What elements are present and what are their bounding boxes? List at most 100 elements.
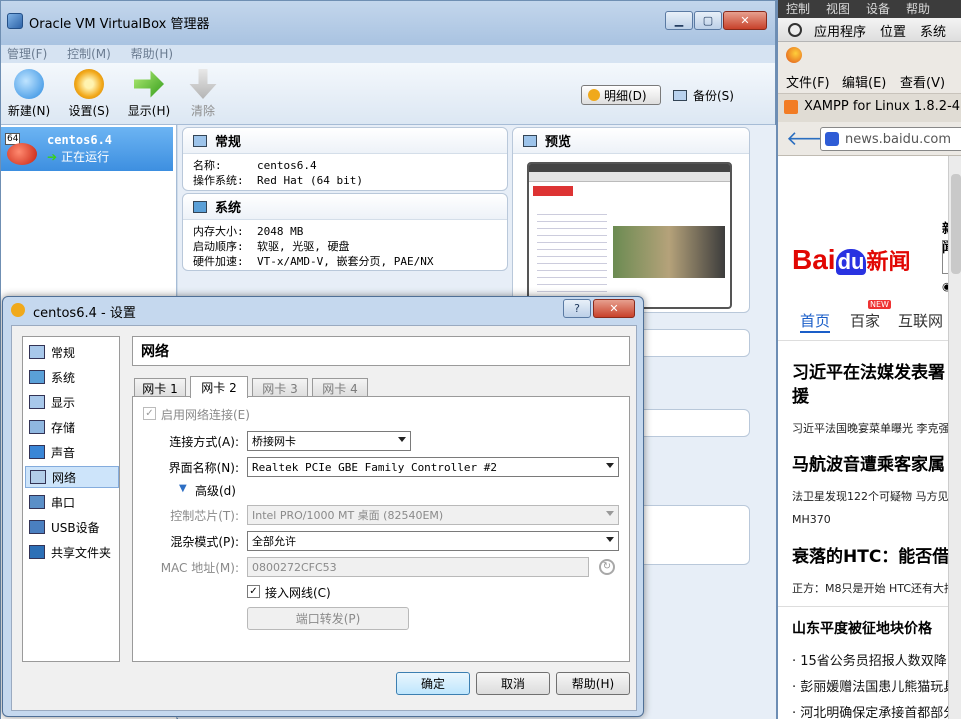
category-system[interactable]: 系统 <box>25 366 119 388</box>
minimize-button[interactable]: ▁ <box>665 11 693 30</box>
new-label: 新建(N) <box>7 104 51 118</box>
page-title: 网络 <box>132 336 630 366</box>
vertical-scrollbar[interactable] <box>948 156 961 719</box>
menu-item-machine[interactable]: 管理(F) <box>7 47 47 61</box>
vm-preview-thumbnail <box>527 162 732 309</box>
gnome-menu-system[interactable]: 系统 <box>920 21 946 40</box>
chevron-down-icon <box>606 537 614 542</box>
url-text: news.baidu.com <box>845 131 951 147</box>
headline-2[interactable]: 马航波音遭乘客家属 <box>792 454 945 476</box>
tab-adapter-2[interactable]: 网卡 2 <box>190 376 248 398</box>
browser-tab[interactable]: XAMPP for Linux 1.8.2-4 <box>778 94 961 122</box>
general-header[interactable]: 常规 <box>183 128 507 154</box>
category-shared-folders[interactable]: 共享文件夹 <box>25 541 119 563</box>
headline-1[interactable]: 习近平在法媒发表署 <box>792 362 945 384</box>
vm-state: ➔ 正在运行 <box>47 148 109 165</box>
vm-menu-view[interactable]: 视图 <box>826 0 850 17</box>
headline-1-cont[interactable]: 援 <box>792 386 809 408</box>
cancel-button[interactable]: 取消 <box>476 672 550 695</box>
close-icon: ✕ <box>740 14 750 27</box>
advanced-toggle[interactable]: 高级(d) <box>195 482 236 499</box>
adapter-type-select[interactable]: Intel PRO/1000 MT 桌面 (82540EM) <box>247 505 619 525</box>
discard-button[interactable]: 清除 <box>181 69 225 119</box>
category-network[interactable]: 网络 <box>25 466 119 488</box>
expand-triangle-icon[interactable]: ▼ <box>179 483 187 494</box>
news-list-item[interactable]: · 河北明确保定承接首都部分 <box>792 702 948 719</box>
headline-1-sub[interactable]: 习近平法国晚宴菜单曝光 李克强 <box>792 420 948 436</box>
show-button[interactable]: 显示(H) <box>125 69 173 119</box>
menu-item-help[interactable]: 帮助(H) <box>131 47 173 61</box>
section-title[interactable]: 山东平度被征地块价格 <box>792 618 932 638</box>
nav-home[interactable]: 首页 <box>800 310 831 333</box>
ff-menu-view[interactable]: 查看(V) <box>900 72 945 91</box>
discard-label: 清除 <box>190 104 215 118</box>
tab-adapter-3[interactable]: 网卡 3 <box>252 378 308 398</box>
ok-button[interactable]: 确定 <box>396 672 470 695</box>
category-storage[interactable]: 存储 <box>25 416 119 438</box>
dialog-titlebar[interactable]: centos6.4 - 设置 ? ✕ <box>3 297 643 323</box>
mac-value: 0800272CFC53 <box>252 560 337 574</box>
dialog-help-button[interactable]: ? <box>563 299 591 318</box>
headline-2-sub2[interactable]: MH370 <box>792 513 831 526</box>
refresh-icon[interactable]: ↻ <box>599 559 615 575</box>
category-display[interactable]: 显示 <box>25 391 119 413</box>
enable-adapter-label: 启用网络连接(E) <box>161 408 250 422</box>
name-value: centos6.4 <box>257 159 317 172</box>
boot-key: 启动顺序: <box>193 240 244 253</box>
gnome-menu-places[interactable]: 位置 <box>880 21 906 40</box>
headline-2-sub[interactable]: 法卫星发现122个可疑物 马方见 <box>792 488 948 504</box>
category-usb[interactable]: USB设备 <box>25 516 119 538</box>
firefox-menu-bar: 文件(F) 编辑(E) 查看(V) <box>778 68 961 94</box>
gnome-menu-applications[interactable]: 应用程序 <box>814 21 866 40</box>
headline-3-sub[interactable]: 正方：M8只是开始 HTC还有大招 <box>792 580 948 596</box>
cable-connected-checkbox[interactable]: ✓ <box>247 585 260 598</box>
redhat-os-icon <box>7 143 37 165</box>
settings-dialog: centos6.4 - 设置 ? ✕ 常规 系统 显示 存储 声音 网络 串口 … <box>2 296 644 717</box>
category-general[interactable]: 常规 <box>25 341 119 363</box>
url-bar[interactable]: news.baidu.com <box>820 127 961 151</box>
details-button[interactable]: 明细(D) <box>581 85 661 105</box>
vm-list-item[interactable]: 64 centos6.4 ➔ 正在运行 <box>1 127 173 171</box>
snapshots-button[interactable]: 备份(S) <box>673 87 734 104</box>
window-title: Oracle VM VirtualBox 管理器 <box>29 17 210 32</box>
attach-select[interactable]: 桥接网卡 <box>247 431 411 451</box>
ff-menu-file[interactable]: 文件(F) <box>786 72 830 91</box>
baidu-news-logo[interactable]: Baidu新闻 <box>792 244 910 276</box>
dialog-close-button[interactable]: ✕ <box>593 299 635 318</box>
port-forwarding-label: 端口转发(P) <box>295 612 361 626</box>
close-button[interactable]: ✕ <box>723 11 767 30</box>
promisc-select[interactable]: 全部允许 <box>247 531 619 551</box>
maximize-button[interactable]: ▢ <box>694 11 722 30</box>
window-titlebar[interactable]: Oracle VM VirtualBox 管理器 ▁ ▢ ✕ <box>1 1 775 45</box>
news-list-item[interactable]: · 15省公务员招报人数双降 许 <box>792 650 948 669</box>
headline-3[interactable]: 衰落的HTC：能否借 <box>792 546 948 568</box>
category-serial[interactable]: 串口 <box>25 491 119 513</box>
new-button[interactable]: 新建(N) <box>7 69 51 119</box>
help-button[interactable]: 帮助(H) <box>556 672 630 695</box>
port-forwarding-button[interactable]: 端口转发(P) <box>247 607 409 630</box>
preview-title: 预览 <box>545 135 572 150</box>
adapter-type-label: 控制芯片(T): <box>170 509 239 523</box>
menu-item-control[interactable]: 控制(M) <box>67 47 111 61</box>
nav-baijia[interactable]: 百家 <box>850 310 880 331</box>
enable-adapter-checkbox[interactable]: ✓ <box>143 407 156 420</box>
settings-button[interactable]: 设置(S) <box>65 69 113 119</box>
category-label: 串口 <box>51 495 76 510</box>
scrollbar-thumb[interactable] <box>951 174 961 274</box>
camera-icon <box>673 90 687 101</box>
iface-select[interactable]: Realtek PCIe GBE Family Controller #2 <box>247 457 619 477</box>
ff-menu-edit[interactable]: 编辑(E) <box>842 72 886 91</box>
cable-connected-label: 接入网线(C) <box>265 586 331 600</box>
mac-input[interactable]: 0800272CFC53 <box>247 557 589 577</box>
vm-menu-help[interactable]: 帮助 <box>906 0 930 17</box>
news-list-item[interactable]: · 彭丽媛赠法国患儿熊猫玩具 <box>792 676 948 695</box>
vm-menu-control[interactable]: 控制 <box>786 0 810 17</box>
tab-adapter-4[interactable]: 网卡 4 <box>312 378 368 398</box>
category-audio[interactable]: 声音 <box>25 441 119 463</box>
preview-header[interactable]: 预览 <box>513 128 749 154</box>
nav-internet[interactable]: 互联网 <box>898 310 943 331</box>
system-header[interactable]: 系统 <box>183 194 507 220</box>
tab-adapter-1[interactable]: 网卡 1 <box>134 378 186 398</box>
vm-menu-devices[interactable]: 设备 <box>866 0 890 17</box>
category-label: 共享文件夹 <box>51 545 112 560</box>
